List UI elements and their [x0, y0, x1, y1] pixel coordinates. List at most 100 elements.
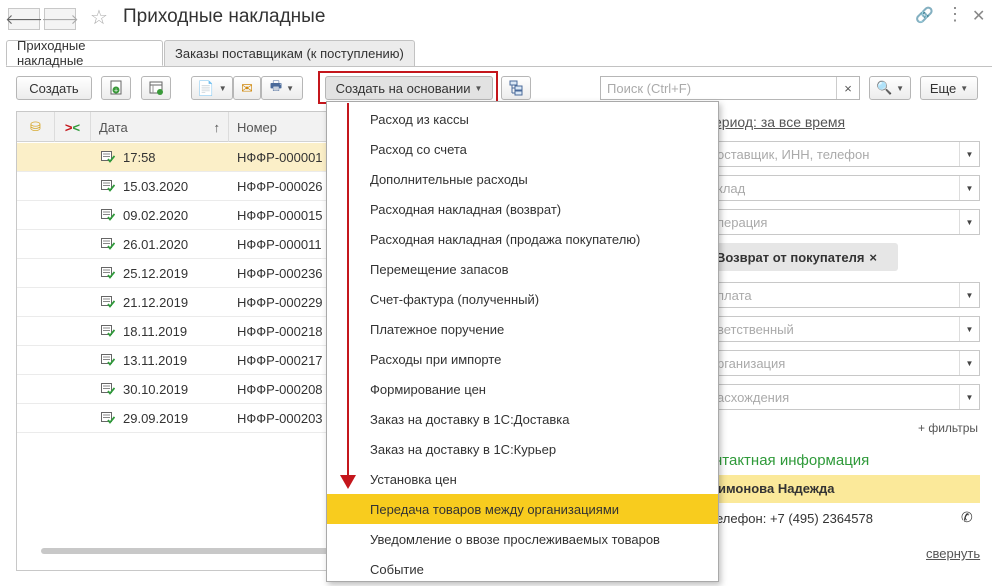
row-date: 26.01.2020	[123, 237, 189, 252]
table-row[interactable]: 13.11.2019 НФФР-000217	[17, 346, 335, 375]
row-number: НФФР-000236	[237, 266, 323, 281]
menu-item[interactable]: Передача товаров между организациями	[327, 494, 718, 524]
more-label: Еще	[929, 80, 957, 96]
back-button[interactable]: 🡐	[5, 8, 43, 30]
column-date-label: Дата	[99, 119, 128, 135]
contact-name[interactable]: имонова Надежда	[706, 475, 980, 503]
tab-incoming-invoices[interactable]: Приходные накладные	[6, 38, 163, 68]
supplier-filter-field[interactable]: оставщик, ИНН, телефон ▼	[700, 141, 980, 167]
chevron-down-icon[interactable]: ▼	[959, 385, 979, 409]
annotation-arrow-line	[347, 103, 349, 477]
field-placeholder: оставщик, ИНН, телефон	[717, 147, 870, 162]
chevron-down-icon[interactable]: ▼	[959, 283, 979, 307]
close-icon[interactable]: ✕	[972, 6, 985, 26]
forward-button[interactable]: 🡒	[41, 8, 79, 30]
email-button[interactable]: ✉	[233, 76, 261, 100]
table-row[interactable]: 18.11.2019 НФФР-000218	[17, 317, 335, 346]
create-based-on-label: Создать на основании	[335, 80, 471, 96]
chevron-down-icon: ▼	[960, 83, 969, 93]
phone-icon[interactable]: ✆	[961, 509, 973, 526]
window-title: Приходные накладные	[123, 6, 326, 27]
horizontal-scrollbar[interactable]	[41, 548, 331, 554]
column-number[interactable]: Номер	[229, 112, 335, 142]
chevron-down-icon[interactable]: ▼	[959, 317, 979, 341]
menu-item[interactable]: Расходы при импорте	[327, 344, 718, 374]
posted-document-icon	[101, 354, 115, 366]
row-date: 09.02.2020	[123, 208, 189, 223]
structure-button[interactable]	[501, 76, 531, 100]
table-row[interactable]: 21.12.2019 НФФР-000229	[17, 288, 335, 317]
menu-item[interactable]: Расходная накладная (продажа покупателю)	[327, 224, 718, 254]
table-row[interactable]: 26.01.2020 НФФР-000011	[17, 230, 335, 259]
field-placeholder: ветственный	[717, 322, 794, 337]
table-row[interactable]: 29.09.2019 НФФР-000203	[17, 404, 335, 433]
posted-document-icon	[101, 383, 115, 395]
row-number: НФФР-000229	[237, 295, 323, 310]
chevron-down-icon[interactable]: ▼	[959, 210, 979, 234]
more-button[interactable]: Еще ▼	[920, 76, 978, 100]
menu-item[interactable]: Расход из кассы	[327, 104, 718, 134]
column-compare[interactable]: > <	[55, 112, 91, 142]
table-row[interactable]: 15.03.2020 НФФР-000026	[17, 172, 335, 201]
chevron-down-icon[interactable]: ▼	[959, 351, 979, 375]
collapse-link[interactable]: свернуть	[926, 546, 980, 561]
hierarchy-icon	[509, 80, 523, 96]
contact-heading: нтактная информация	[714, 452, 870, 469]
copy-button[interactable]: +	[101, 76, 131, 100]
menu-item[interactable]: Расход со счета	[327, 134, 718, 164]
row-number: НФФР-000001	[237, 150, 323, 165]
menu-item[interactable]: Заказ на доставку в 1С:Курьер	[327, 434, 718, 464]
menu-item[interactable]: Счет-фактура (полученный)	[327, 284, 718, 314]
period-filter-link[interactable]: ериод: за все время	[714, 114, 845, 130]
menu-item[interactable]: Событие	[327, 554, 718, 584]
responsible-filter-field[interactable]: ветственный ▼	[700, 316, 980, 342]
chevron-down-icon[interactable]: ▼	[959, 176, 979, 200]
menu-item[interactable]: Формирование цен	[327, 374, 718, 404]
menu-item[interactable]: Заказ на доставку в 1С:Доставка	[327, 404, 718, 434]
field-placeholder: плата	[717, 288, 752, 303]
more-vertical-icon[interactable]: ⋮	[946, 4, 964, 25]
clear-icon: ×	[844, 80, 852, 96]
star-icon[interactable]: ☆	[90, 5, 108, 30]
warehouse-filter-field[interactable]: клад ▼	[700, 175, 980, 201]
chip-close-icon[interactable]: ×	[869, 250, 877, 265]
create-based-on-button[interactable]: Создать на основании ▼	[325, 76, 493, 100]
menu-item[interactable]: Расходная накладная (возврат)	[327, 194, 718, 224]
column-date[interactable]: Дата ↑	[91, 112, 229, 142]
search-button[interactable]: 🔍 ▼	[869, 76, 911, 100]
menu-item[interactable]: Перемещение запасов	[327, 254, 718, 284]
more-filters-link[interactable]: + фильтры	[918, 421, 978, 435]
document-table-icon	[149, 81, 163, 95]
search-input[interactable]: Поиск (Ctrl+F)	[600, 76, 860, 100]
column-posted[interactable]: ⛁	[17, 112, 55, 142]
coins-icon: ⛁	[30, 119, 41, 134]
operation-filter-field[interactable]: перация ▼	[700, 209, 980, 235]
discrepancy-filter-field[interactable]: асхождения ▼	[700, 384, 980, 410]
row-date: 25.12.2019	[123, 266, 189, 281]
payment-filter-field[interactable]: плата ▼	[700, 282, 980, 308]
contact-phone: елефон: +7 (495) 2364578	[716, 511, 873, 526]
organization-filter-field[interactable]: рганизация ▼	[700, 350, 980, 376]
chevron-down-icon: ▼	[896, 83, 905, 93]
table-row[interactable]: 30.10.2019 НФФР-000208	[17, 375, 335, 404]
chevron-down-icon[interactable]: ▼	[959, 142, 979, 166]
table-row[interactable]: 17:58 НФФР-000001	[17, 143, 335, 172]
table-row[interactable]: 25.12.2019 НФФР-000236	[17, 259, 335, 288]
arrow-left-icon: 🡐	[5, 10, 43, 27]
document-list-button[interactable]	[141, 76, 171, 100]
menu-item[interactable]: Платежное поручение	[327, 314, 718, 344]
chip-label: Возврат от покупателя	[716, 249, 865, 265]
table-row[interactable]: 09.02.2020 НФФР-000015	[17, 201, 335, 230]
print-dropdown-button[interactable]: 🖶 ▼	[261, 76, 303, 100]
tab-divider	[6, 66, 992, 67]
create-button[interactable]: Создать	[16, 76, 92, 100]
menu-item[interactable]: Уведомление о ввозе прослеживаемых товар…	[327, 524, 718, 554]
posted-document-icon	[101, 296, 115, 308]
menu-item[interactable]: Дополнительные расходы	[327, 164, 718, 194]
menu-item[interactable]: Установка цен	[327, 464, 718, 494]
report-dropdown-button[interactable]: 📄 ▼	[191, 76, 233, 100]
row-date: 30.10.2019	[123, 382, 189, 397]
tab-supplier-orders[interactable]: Заказы поставщикам (к поступлению)	[164, 40, 415, 66]
link-icon[interactable]: 🔗	[915, 6, 934, 24]
search-clear-button[interactable]: ×	[836, 77, 859, 99]
